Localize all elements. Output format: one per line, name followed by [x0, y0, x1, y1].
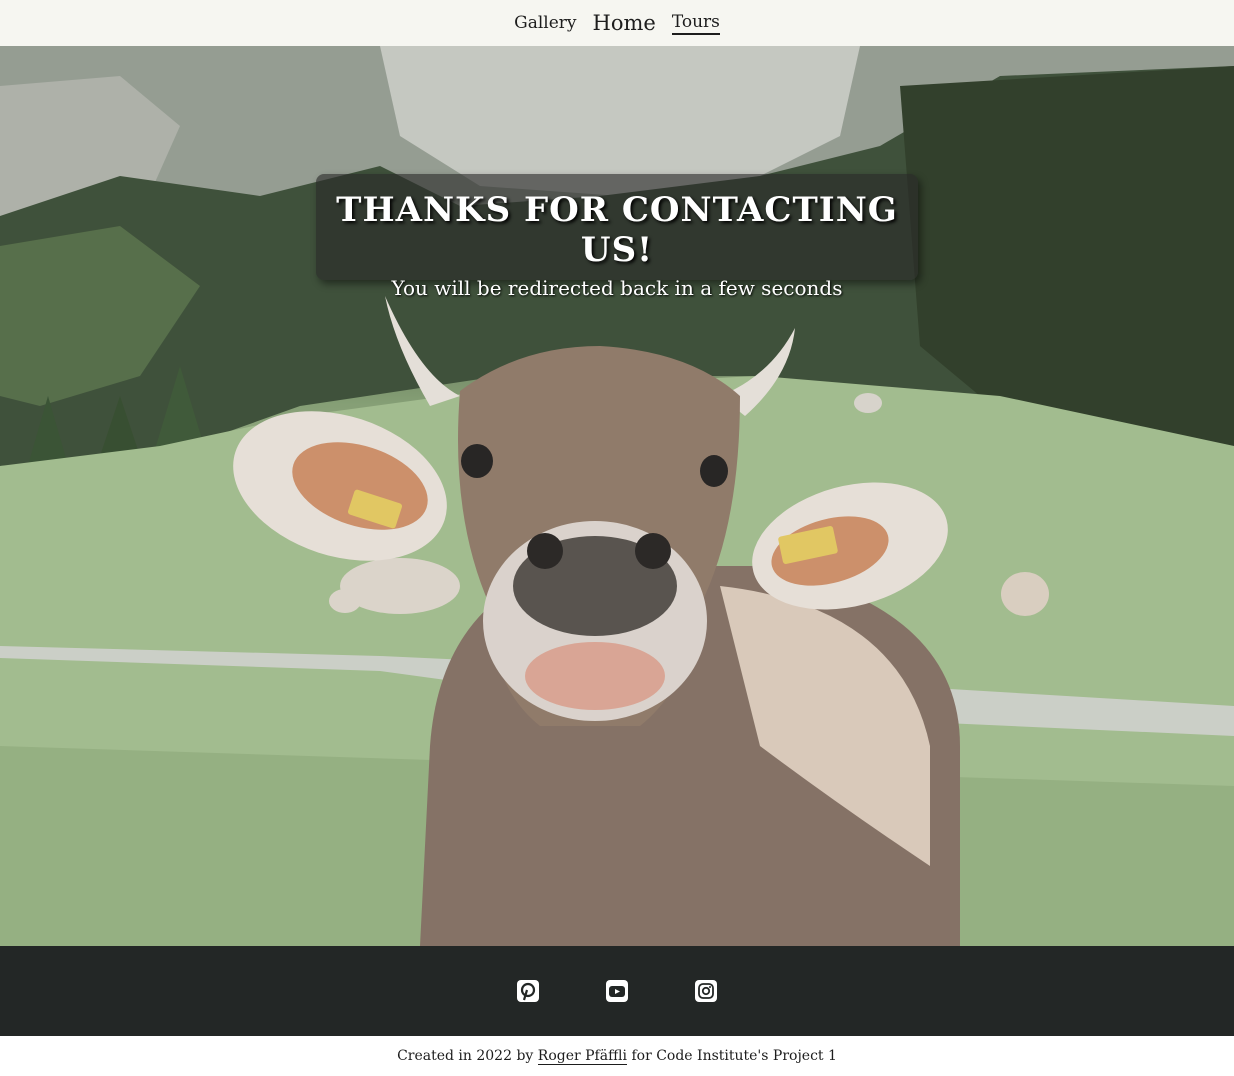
thanks-title: THANKS FOR CONTACTING US!: [336, 190, 898, 270]
top-navigation: Gallery Home Tours: [0, 0, 1234, 46]
instagram-icon[interactable]: [695, 980, 717, 1002]
nav-link-home[interactable]: Home: [593, 11, 656, 35]
nav-link-gallery[interactable]: Gallery: [514, 13, 576, 33]
author-link[interactable]: Roger Pfäffli: [537, 1048, 627, 1065]
redirect-subtitle: You will be redirected back in a few sec…: [391, 276, 843, 300]
pinterest-icon[interactable]: [517, 980, 539, 1002]
thanks-message-box: THANKS FOR CONTACTING US! You will be re…: [316, 174, 918, 300]
credit-suffix: for Code Institute's Project 1: [631, 1048, 837, 1064]
nav-link-tours[interactable]: Tours: [671, 12, 720, 35]
youtube-icon[interactable]: [606, 980, 628, 1002]
credit-prefix: Created in 2022 by: [397, 1048, 534, 1064]
hero-section: THANKS FOR CONTACTING US! You will be re…: [0, 46, 1234, 946]
credit-line: Created in 2022 by Roger Pfäffli for Cod…: [0, 1036, 1234, 1076]
social-footer: [0, 946, 1234, 1036]
